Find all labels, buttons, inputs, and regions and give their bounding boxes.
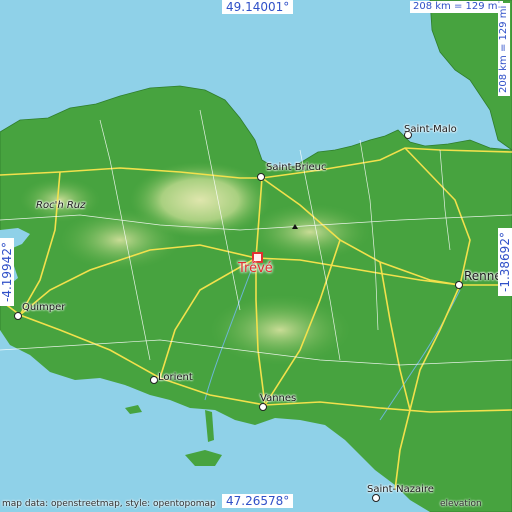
relief-landes-lanvaux	[210, 295, 350, 365]
coordinate-right: -1.38692°	[498, 228, 512, 296]
city-dot-icon	[150, 376, 158, 384]
city-label-saint-malo: Saint-Malo	[404, 124, 457, 135]
coordinate-top: 49.14001°	[222, 0, 294, 14]
city-dot-icon	[259, 403, 267, 411]
city-label-saint-brieuc: Saint-Brieuc	[266, 162, 327, 173]
city-dot-icon	[257, 173, 265, 181]
scale-vertical: 208 km = 129 mi	[498, 2, 510, 96]
scale-horizontal: 208 km = 129 mi	[410, 1, 504, 13]
coordinate-left: -4.19942°	[0, 238, 14, 306]
city-dot-icon	[14, 312, 22, 320]
city-label-lorient: Lorient	[158, 372, 193, 383]
place-label-roc-h-ruz: Roc'h Ruz	[36, 200, 86, 211]
city-label-quimper: Quimper	[22, 302, 66, 313]
location-label[interactable]: Trévé	[238, 262, 273, 275]
city-dot-icon	[372, 494, 380, 502]
city-dot-icon	[455, 281, 463, 289]
attribution-left: map data: openstreetmap, style: opentopo…	[2, 499, 216, 509]
coordinate-bottom: 47.26578°	[222, 494, 294, 508]
map-view[interactable]: Saint-Malo Saint-Brieuc Rennes Quimper L…	[0, 0, 512, 512]
attribution-right: elevation	[440, 499, 482, 509]
city-label-vannes: Vannes	[260, 393, 297, 404]
relief-mene	[250, 204, 370, 260]
city-label-saint-nazaire: Saint-Nazaire	[367, 484, 434, 495]
